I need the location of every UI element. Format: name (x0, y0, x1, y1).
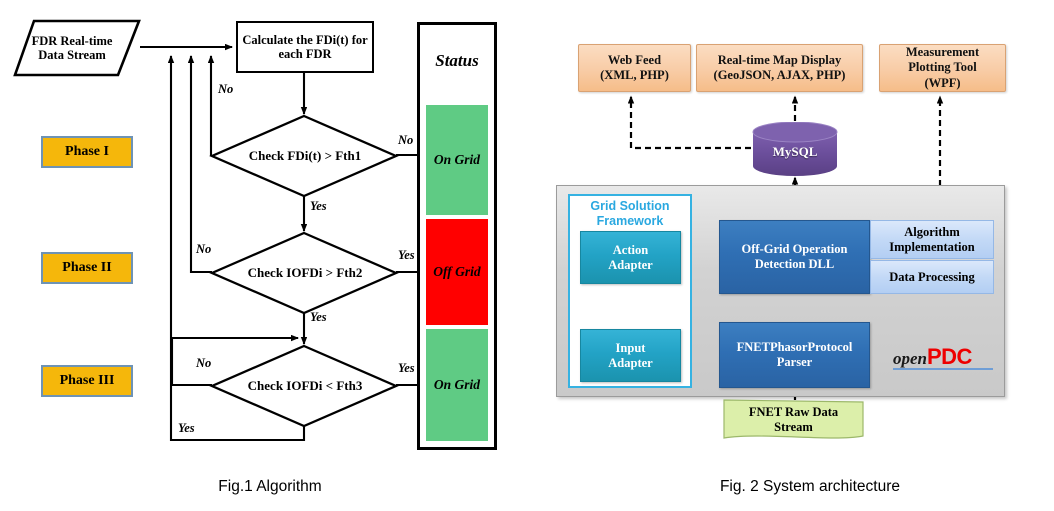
plotting-tool-box-label: Measurement Plotting Tool (WPF) (906, 45, 979, 91)
fnet-source-line2: Stream (774, 420, 813, 434)
web-feed-box-label: Web Feed (XML, PHP) (600, 53, 669, 84)
process-box: Calculate the FDi(t) for each FDR (236, 21, 374, 73)
branch-label-loop-yes-bottom: Yes (178, 421, 195, 435)
mysql-database: MySQL (751, 121, 839, 176)
branch-label-d2-right: Yes (398, 248, 415, 262)
algorithm-impl-line1: Algorithm (904, 224, 960, 239)
web-feed-line2: (XML, PHP) (600, 68, 669, 82)
branch-label-d1-right: No (398, 133, 414, 147)
plotting-tool-line2: Plotting Tool (908, 60, 977, 75)
status-cell-on-grid-1: On Grid (426, 105, 488, 215)
action-adapter-label: Action Adapter (608, 243, 652, 273)
branch-label-loop-no-1: No (218, 82, 234, 96)
decision-2-label: Check IOFDi > Fth2 (247, 265, 363, 280)
action-adapter-box: Action Adapter (580, 231, 681, 284)
openpdc-logo-prefix: open (893, 349, 927, 368)
status-cell-off-grid: Off Grid (426, 219, 488, 325)
figure-1-caption: Fig.1 Algorithm (218, 478, 322, 495)
process-box-label: Calculate the FDi(t) for each FDR (242, 33, 368, 61)
branch-label-d2-down: Yes (310, 310, 327, 324)
algorithm-implementation-label: Algorithm Implementation (889, 225, 974, 255)
algorithm-impl-line2: Implementation (889, 239, 975, 254)
plotting-tool-box: Measurement Plotting Tool (WPF) (879, 44, 1006, 92)
fnet-parser-box: FNETPhasorProtocol Parser (719, 322, 870, 388)
figure-canvas: FDR Real-time Data Stream Calculate the … (0, 0, 1054, 511)
phase-box-1-label: Phase I (65, 144, 109, 159)
status-cell-on-grid-2: On Grid (426, 329, 488, 441)
decision-1-label: Check FDi(t) > Fth1 (248, 148, 362, 163)
data-processing-label: Data Processing (889, 269, 975, 284)
fnet-source-label: FNET Raw Data Stream (749, 405, 838, 435)
gsf-title-line1: Grid Solution (590, 199, 670, 213)
figure-2-caption: Fig. 2 System architecture (719, 478, 901, 495)
status-cell-off-grid-label: Off Grid (433, 264, 481, 279)
input-node-label: FDR Real-time Data Stream (31, 34, 113, 62)
grid-solution-framework-title: Grid Solution Framework (568, 199, 692, 229)
off-grid-detection-dll-box: Off-Grid Operation Detection DLL (719, 220, 870, 294)
action-adapter-line1: Action (612, 242, 649, 257)
branch-label-d3-left: No (196, 356, 212, 370)
status-cell-on-grid-2-label: On Grid (433, 377, 481, 392)
web-feed-line1: Web Feed (607, 52, 662, 67)
plotting-tool-line3: (WPF) (924, 75, 961, 90)
off-grid-detection-dll-label: Off-Grid Operation Detection DLL (742, 242, 848, 272)
phase-box-3-label: Phase III (59, 373, 115, 388)
fnet-source-box: FNET Raw Data Stream (722, 400, 865, 440)
map-display-box: Real-time Map Display (GeoJSON, AJAX, PH… (696, 44, 863, 92)
branch-label-d2-left: No (196, 242, 212, 256)
fnet-parser-line2: Parser (776, 355, 813, 369)
decision-3-label: Check IOFDi < Fth3 (247, 378, 363, 393)
branch-label-d1-down: Yes (310, 199, 327, 213)
branch-label-d3-right: Yes (398, 361, 415, 375)
phase-box-2: Phase II (41, 252, 133, 284)
map-display-line1: Real-time Map Display (717, 52, 842, 67)
fnet-parser-label: FNETPhasorProtocol Parser (737, 340, 853, 370)
input-adapter-box: Input Adapter (580, 329, 681, 382)
status-cell-on-grid-1-label: On Grid (433, 152, 481, 167)
algorithm-implementation-box: Algorithm Implementation (870, 220, 994, 259)
input-adapter-line1: Input (615, 340, 646, 355)
action-adapter-line2: Adapter (608, 257, 653, 272)
openpdc-logo: open PDC (893, 344, 1005, 380)
off-grid-dll-line2: Detection DLL (754, 257, 835, 271)
phase-box-1: Phase I (41, 136, 133, 168)
phase-box-2-label: Phase II (62, 260, 112, 275)
input-adapter-label: Input Adapter (608, 341, 652, 371)
mysql-label: MySQL (772, 144, 818, 159)
data-processing-box: Data Processing (870, 260, 994, 294)
status-panel-title: Status (435, 51, 479, 70)
plotting-tool-line1: Measurement (905, 45, 980, 60)
openpdc-logo-suffix: PDC (927, 344, 972, 369)
phase-box-3: Phase III (41, 365, 133, 397)
fnet-parser-line1: FNETPhasorProtocol (736, 340, 853, 354)
map-display-line2: (GeoJSON, AJAX, PHP) (713, 68, 846, 82)
web-feed-box: Web Feed (XML, PHP) (578, 44, 691, 92)
input-adapter-line2: Adapter (608, 355, 653, 370)
gsf-title-line2: Framework (596, 214, 664, 228)
fnet-source-line1: FNET Raw Data (748, 405, 839, 419)
map-display-box-label: Real-time Map Display (GeoJSON, AJAX, PH… (714, 53, 846, 84)
off-grid-dll-line1: Off-Grid Operation (741, 242, 848, 256)
